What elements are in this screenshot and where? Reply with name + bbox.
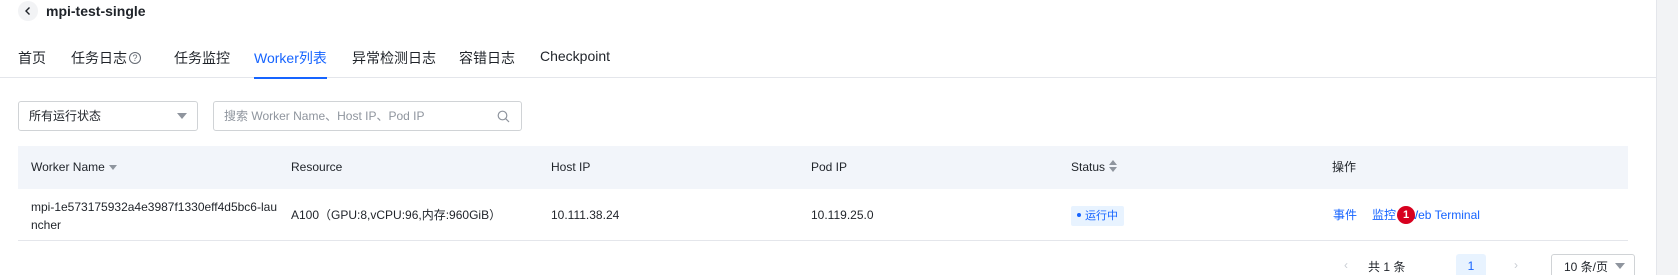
page-title: mpi-test-single [46, 3, 146, 19]
page-scroll-edge [1656, 0, 1678, 275]
column-header-worker-name[interactable]: Worker Name [31, 146, 117, 189]
caret-down-icon [177, 113, 187, 119]
cell-resource: A100（GPU:8,vCPU:96,内存:960GiB） [291, 208, 502, 222]
status-filter-select[interactable]: 所有运行状态 [18, 101, 198, 131]
column-header-pod-ip: Pod IP [811, 160, 848, 174]
column-header-host-ip: Host IP [551, 160, 591, 174]
tab-worker-list[interactable]: Worker列表 [254, 48, 327, 79]
sort-down-icon [108, 165, 117, 170]
tab-task-log[interactable]: 任务日志? [71, 48, 141, 78]
question-circle-icon[interactable]: ? [129, 52, 141, 64]
tab-home[interactable]: 首页 [18, 48, 46, 78]
worker-table: Worker Name Resource Host IP Pod IP Stat… [18, 146, 1628, 241]
tab-checkpoint[interactable]: Checkpoint [540, 48, 610, 78]
search-input[interactable] [224, 102, 484, 130]
status-filter-value: 所有运行状态 [29, 109, 102, 123]
page-size-value: 10 条/页 [1564, 260, 1609, 274]
cell-pod-ip: 10.119.25.0 [811, 208, 874, 222]
tab-task-monitor[interactable]: 任务监控 [174, 48, 230, 78]
monitor-link[interactable]: 监控 [1372, 189, 1396, 241]
prev-page-button[interactable]: ‹ [1344, 258, 1348, 272]
sort-icon [1109, 160, 1118, 172]
tab-task-log-label: 任务日志 [71, 50, 127, 66]
notification-badge: 1 [1397, 206, 1415, 224]
tab-bar: 首页 任务日志? 任务监控 Worker列表 异常检测日志 容错日志 Check… [0, 44, 1656, 79]
page-size-select[interactable]: 10 条/页 [1551, 254, 1635, 275]
page-number-current[interactable]: 1 [1456, 254, 1486, 275]
next-page-button[interactable]: › [1514, 258, 1518, 272]
cell-worker-name: mpi-1e573175932a4e3987f1330eff4d5bc6-lau… [31, 200, 277, 232]
pagination-total: 共 1 条 [1368, 260, 1406, 274]
column-label: Status [1071, 160, 1106, 174]
table-row: mpi-1e573175932a4e3987f1330eff4d5bc6-lau… [18, 189, 1628, 241]
column-header-actions: 操作 [1332, 160, 1357, 174]
web-terminal-link[interactable]: Web Terminal [1407, 189, 1480, 241]
status-badge: 运行中 [1071, 205, 1124, 226]
cell-status: 运行中 [1071, 189, 1124, 241]
tab-anomaly-log[interactable]: 异常检测日志 [352, 48, 436, 78]
chevron-left-icon [25, 7, 30, 15]
caret-down-icon [1615, 263, 1625, 269]
column-label: Worker Name [31, 160, 105, 174]
table-header: Worker Name Resource Host IP Pod IP Stat… [18, 146, 1628, 189]
cell-host-ip: 10.111.38.24 [551, 208, 620, 222]
column-header-status[interactable]: Status [1071, 146, 1118, 189]
column-header-resource: Resource [291, 160, 343, 174]
tab-fault-tolerance-log[interactable]: 容错日志 [459, 48, 515, 78]
events-link[interactable]: 事件 [1333, 189, 1357, 241]
page-header: mpi-test-single [18, 0, 146, 22]
status-dot-icon [1077, 212, 1081, 217]
search-icon[interactable] [497, 110, 510, 123]
search-box [213, 101, 522, 131]
back-button[interactable] [18, 1, 38, 21]
status-label: 运行中 [1085, 209, 1118, 222]
